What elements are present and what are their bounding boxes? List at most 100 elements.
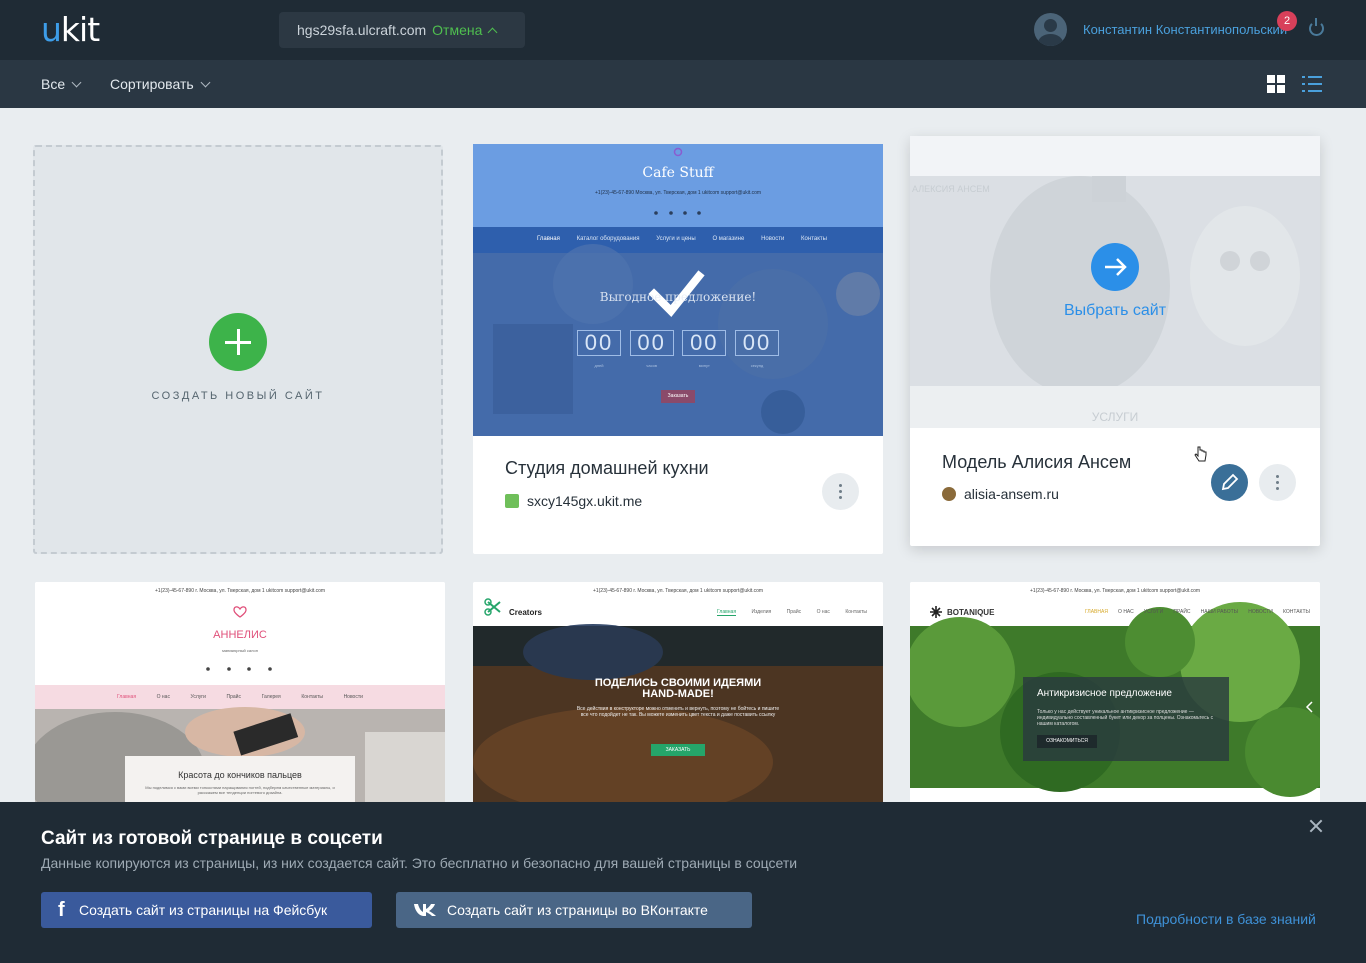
hand-cursor-icon <box>1194 446 1207 462</box>
preview-contacts: +1(23)-45-67-890 г. Москва, ул. Тверская… <box>154 588 326 594</box>
site-url[interactable]: alisia-ansem.ru <box>942 486 1059 502</box>
preview-subtitle: маникюрный салон <box>222 648 258 653</box>
facebook-import-label: Создать сайт из страницы на Фейсбук <box>79 902 328 918</box>
close-icon[interactable] <box>1309 819 1323 833</box>
preview-text: Все действия в конструкторе можно отмени… <box>576 706 780 718</box>
banner-title: Сайт из готовой странице в соцсети <box>41 828 383 849</box>
preview-nav-item: О нас <box>816 609 830 615</box>
chevron-up-icon[interactable] <box>487 27 498 37</box>
preview-nav: ГЛАВНАЯ О НАС УСЛУГИ ПРАЙС НАШИ РАБОТЫ Н… <box>1085 609 1310 615</box>
ukit-logo[interactable]: ukit <box>41 10 100 49</box>
timer-label: минут <box>698 363 710 368</box>
preview-headline: ПОДЕЛИСЬ СВОИМИ ИДЕЯМИ HAND-MADE! <box>594 677 762 700</box>
vk-import-label: Создать сайт из страницы во ВКонтакте <box>447 902 708 918</box>
vk-icon <box>414 904 436 916</box>
site-card[interactable]: АЛЕКСИЯ АНСЕМ Выбрать сайт УСЛУГИ Модель… <box>910 136 1320 546</box>
site-menu-button[interactable] <box>822 473 859 510</box>
preview-cta: ЗАКАЗАТЬ <box>665 747 691 753</box>
preview-nav: Главная Изделия Прайс О нас Контакты <box>717 609 867 616</box>
sort-label: Сортировать <box>110 76 194 92</box>
preview-nav-item: О нас <box>156 694 170 700</box>
preview-nav-item: Главная <box>117 694 137 700</box>
edit-site-button[interactable] <box>1211 464 1248 501</box>
filter-bar: Все Сортировать <box>0 60 1366 108</box>
preview-nav-item: Новости <box>343 694 363 700</box>
preview-nav-item: УСЛУГИ <box>1143 609 1164 615</box>
preview-nav-item: КОНТАКТЫ <box>1282 609 1310 615</box>
site-card[interactable]: +1(23)-45-67-890 г. Москва, ул. Тверская… <box>35 582 445 812</box>
publish-cancel-link[interactable]: Отмена <box>432 22 482 38</box>
preview-nav-item: НОВОСТИ <box>1248 609 1273 615</box>
timer-label: секунд <box>750 363 764 368</box>
preview-nav: Главная Каталог оборудования Услуги и це… <box>537 236 827 242</box>
chevron-down-icon <box>71 77 82 88</box>
timer-digit: 00 <box>734 330 779 356</box>
power-icon[interactable] <box>1309 18 1324 36</box>
timer-digit: 00 <box>682 330 727 356</box>
select-site-label[interactable]: Выбрать сайт <box>910 302 1320 320</box>
site-preview[interactable]: +1(23)-45-67-890 г. Москва, ул. Тверская… <box>473 582 883 812</box>
preview-nav-item: НАШИ РАБОТЫ <box>1200 609 1239 615</box>
preview-nav-item: Контакты <box>801 236 827 242</box>
knowledge-base-link[interactable]: Подробности в базе знаний <box>1136 911 1316 927</box>
site-preview[interactable]: +1(23)-45-67-890 г. Москва, ул. Тверская… <box>910 582 1320 812</box>
top-bar: ukit hgs29sfa.ulcraft.com Отмена Констан… <box>0 0 1366 60</box>
banner-description: Данные копируются из страницы, из них со… <box>41 855 798 871</box>
preview-nav-item: Услуги и цены <box>656 236 696 242</box>
preview-nav-item: Новости <box>761 236 785 242</box>
preview-cta: Заказать <box>661 390 695 403</box>
site-url[interactable]: sxcy145gx.ukit.me <box>505 493 642 509</box>
user-name[interactable]: Константин Константинопольский <box>1083 22 1287 37</box>
facebook-icon: f <box>58 899 65 921</box>
preview-nav-item: Главная <box>717 609 737 616</box>
site-title[interactable]: Студия домашней кухни <box>505 458 709 479</box>
preview-headline: Антикризисное предложение <box>1037 688 1172 699</box>
avatar[interactable] <box>1034 13 1067 46</box>
preview-nav-item: Контакты <box>845 609 867 615</box>
timer-digit: 00 <box>577 330 621 356</box>
preview-section: УСЛУГИ <box>1091 410 1139 424</box>
create-site-card[interactable]: СОЗДАТЬ НОВЫЙ САЙТ <box>33 145 443 554</box>
filter-all-label: Все <box>41 76 66 92</box>
site-favicon-icon <box>942 487 956 501</box>
sort-dropdown[interactable]: Сортировать <box>110 76 211 92</box>
site-card[interactable]: +1(23)-45-67-890 г. Москва, ул. Тверская… <box>473 582 883 812</box>
preview-nav-item: Контакты <box>301 694 323 700</box>
site-card[interactable]: +1(23)-45-67-890 г. Москва, ул. Тверская… <box>910 582 1320 812</box>
timer-label: дней <box>594 363 604 368</box>
preview-nav: Главная О нас Услуги Прайс Галерея Конта… <box>117 694 363 700</box>
site-card[interactable]: Cafe Stuff +1(23)-45-67-890 Москва, ул. … <box>473 144 883 554</box>
preview-brand: BOTANIQUE <box>947 608 995 617</box>
timer-digit: 00 <box>629 330 674 356</box>
preview-nav-item: Галерея <box>261 694 281 700</box>
plus-icon[interactable] <box>209 313 267 371</box>
preview-nav-item: О магазине <box>712 236 745 242</box>
preview-nav-item: Прайс <box>786 609 802 615</box>
notification-badge[interactable]: 2 <box>1277 11 1297 31</box>
preview-nav-item: Изделия <box>751 609 772 615</box>
site-url-text: sxcy145gx.ukit.me <box>527 493 643 509</box>
site-preview[interactable]: Cafe Stuff +1(23)-45-67-890 Москва, ул. … <box>473 144 883 436</box>
preview-contacts: +1(23)-45-67-890 Москва, ул. Тверская, д… <box>594 190 762 196</box>
preview-nav-item: Каталог оборудования <box>576 236 640 242</box>
grid-view-icon[interactable] <box>1267 75 1285 93</box>
create-site-label: СОЗДАТЬ НОВЫЙ САЙТ <box>151 390 325 402</box>
pencil-icon <box>1221 473 1239 491</box>
preview-brand: Cafe Stuff <box>642 165 714 181</box>
publish-domain: hgs29sfa.ulcraft.com <box>297 22 427 38</box>
list-view-icon[interactable] <box>1302 75 1322 93</box>
preview-brand: Creators <box>509 608 542 617</box>
site-title[interactable]: Модель Алисия Ансем <box>942 452 1131 473</box>
preview-headline: Выгодное предложение! <box>599 290 757 304</box>
site-preview[interactable]: +1(23)-45-67-890 г. Москва, ул. Тверская… <box>35 582 445 812</box>
site-preview[interactable]: АЛЕКСИЯ АНСЕМ Выбрать сайт УСЛУГИ <box>910 136 1320 428</box>
preview-brand: АННЕЛИС <box>213 629 267 641</box>
publish-status[interactable]: hgs29sfa.ulcraft.com Отмена <box>279 12 525 48</box>
preview-nav-item: ПРАЙС <box>1173 609 1191 615</box>
vk-import-button[interactable]: Создать сайт из страницы во ВКонтакте <box>396 892 752 928</box>
preview-nav-item: Прайс <box>226 694 241 700</box>
site-menu-button[interactable] <box>1259 464 1296 501</box>
filter-all-dropdown[interactable]: Все <box>41 76 82 92</box>
facebook-import-button[interactable]: f Создать сайт из страницы на Фейсбук <box>41 892 372 928</box>
preview-contacts: +1(23)-45-67-890 г. Москва, ул. Тверская… <box>1029 588 1201 594</box>
